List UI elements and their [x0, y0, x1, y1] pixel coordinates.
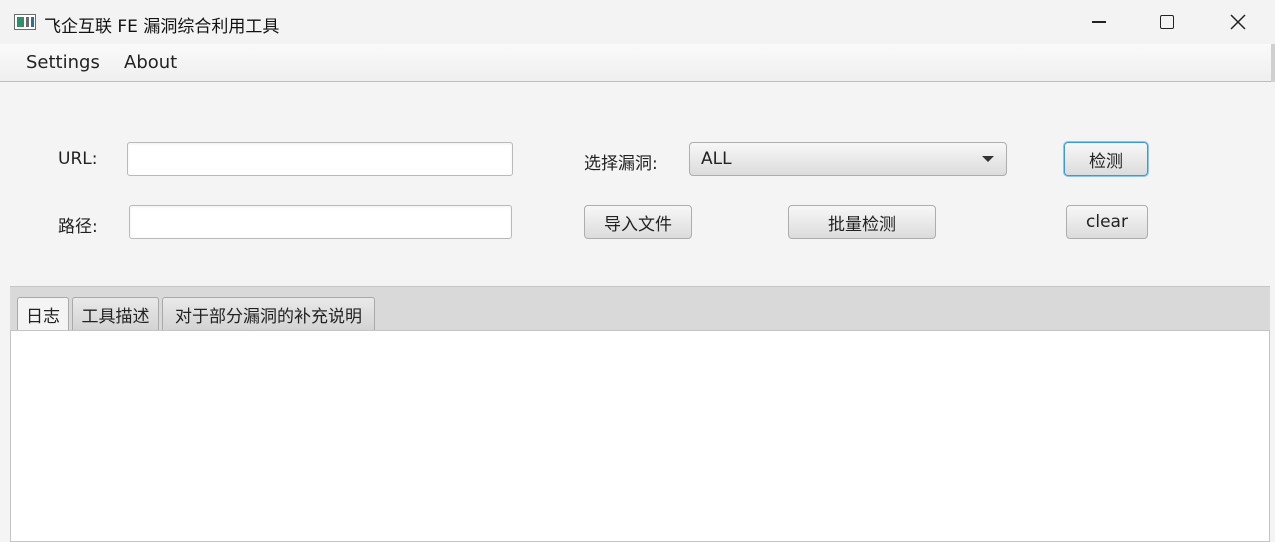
path-label: 路径: — [58, 217, 98, 237]
close-button[interactable] — [1215, 0, 1261, 44]
tab-log[interactable]: 日志 — [17, 297, 69, 331]
url-input[interactable] — [127, 142, 513, 176]
maximize-icon — [1160, 15, 1174, 29]
tab-header: 日志 工具描述 对于部分漏洞的补充说明 — [10, 286, 1270, 331]
maximize-button[interactable] — [1144, 0, 1190, 44]
scrollbar-stub — [1271, 44, 1275, 82]
minimize-button[interactable] — [1076, 0, 1122, 44]
app-window: 飞企互联 FE 漏洞综合利用工具 Settings About URL: 选择漏… — [0, 0, 1275, 542]
menu-settings[interactable]: Settings — [26, 52, 100, 73]
clear-button[interactable]: clear — [1066, 205, 1148, 239]
vuln-select[interactable]: ALL — [689, 142, 1007, 176]
log-output[interactable] — [10, 330, 1270, 542]
batch-detect-button[interactable]: 批量检测 — [788, 205, 936, 239]
url-label: URL: — [58, 149, 98, 169]
chevron-down-icon — [982, 156, 994, 162]
title-bar: 飞企互联 FE 漏洞综合利用工具 — [0, 0, 1275, 44]
tab-supplementary-notes[interactable]: 对于部分漏洞的补充说明 — [162, 297, 375, 331]
import-file-button[interactable]: 导入文件 — [584, 205, 692, 239]
window-title: 飞企互联 FE 漏洞综合利用工具 — [44, 17, 280, 37]
minimize-icon — [1092, 21, 1106, 23]
path-input[interactable] — [129, 205, 512, 239]
vuln-select-label: 选择漏洞: — [584, 154, 658, 174]
vuln-select-value: ALL — [701, 149, 732, 169]
close-icon — [1230, 14, 1246, 30]
app-window-icon — [14, 14, 36, 30]
menu-about[interactable]: About — [124, 52, 177, 73]
tab-tool-description[interactable]: 工具描述 — [72, 297, 159, 331]
detect-button[interactable]: 检测 — [1064, 142, 1148, 176]
menu-bar: Settings About — [0, 44, 1275, 82]
